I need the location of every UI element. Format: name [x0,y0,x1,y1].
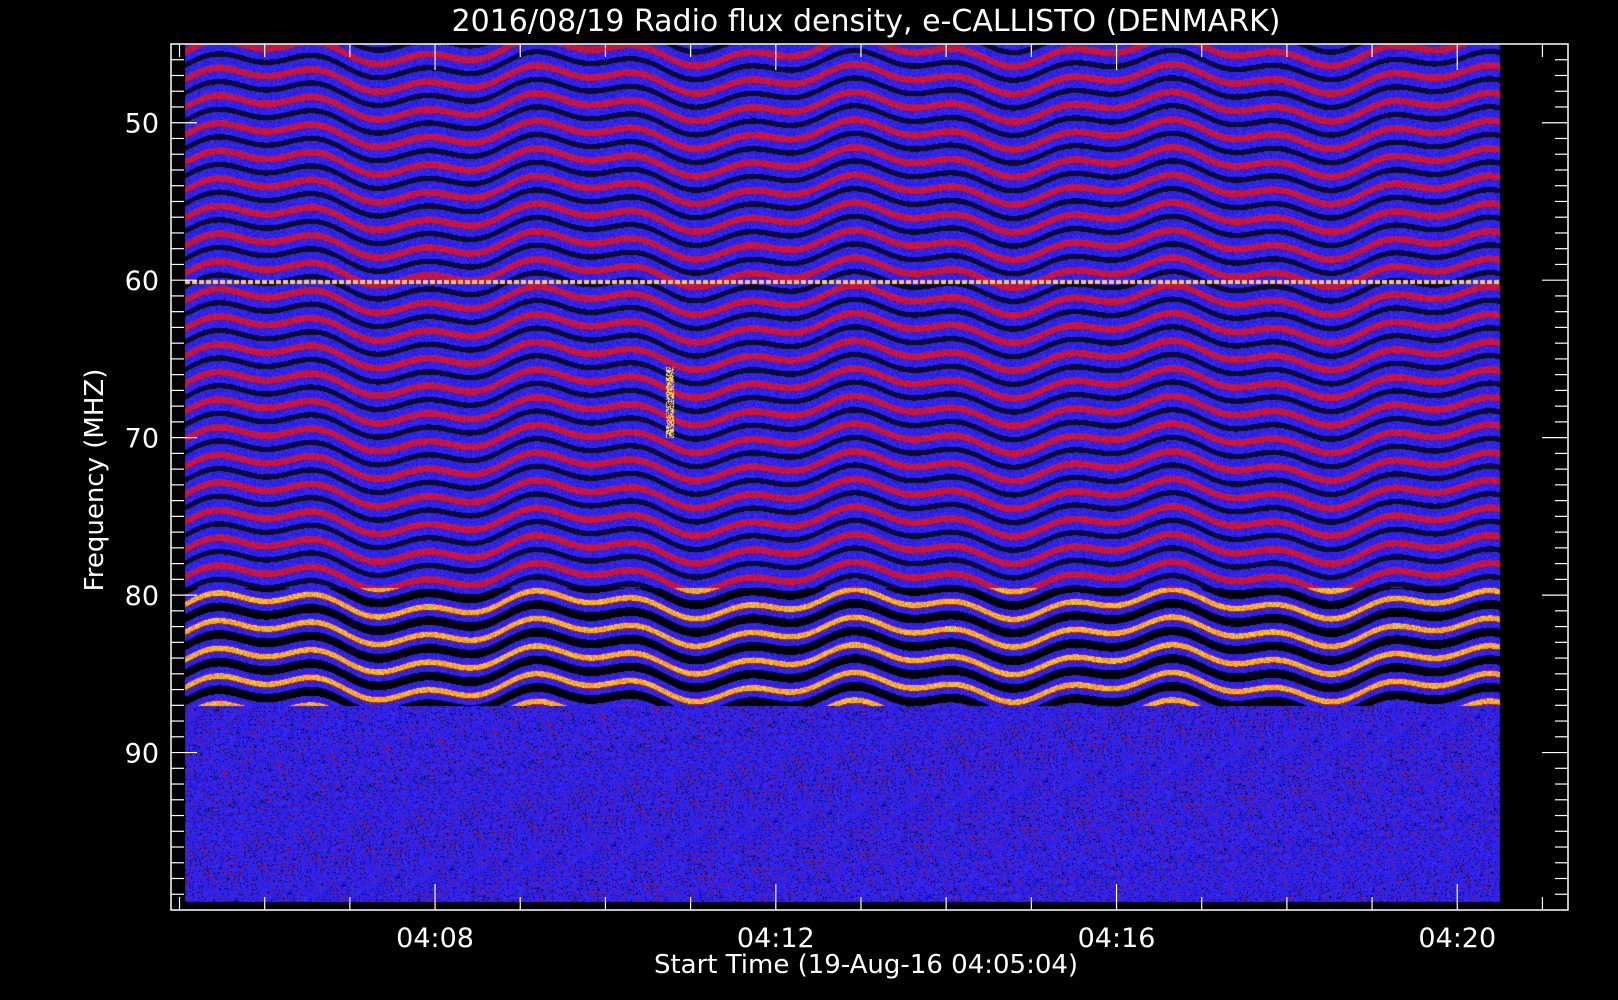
y-tick-label: 50 [125,109,159,140]
y-tick-label: 80 [125,581,159,612]
y-tick-label: 70 [125,424,159,455]
y-tick-label: 90 [125,739,159,770]
x-axis-label: Start Time (19-Aug-16 04:05:04) [654,950,1078,980]
x-tick-label: 04:20 [1418,923,1496,954]
spectrogram-heatmap [0,0,1618,1000]
y-axis-label: Frequency (MHZ) [80,369,110,592]
x-tick-label: 04:16 [1078,923,1156,954]
y-tick-label: 60 [125,266,159,297]
spectrogram-canvas-wrap [0,0,1618,1000]
spectrogram-chart: 506070809004:08 04:12 04:16 04:20 2016/08/1… [0,0,1618,1000]
chart-title: 2016/08/19 Radio flux density, e-CALLIST… [452,4,1281,39]
x-tick-label: 04:08 [396,923,474,954]
